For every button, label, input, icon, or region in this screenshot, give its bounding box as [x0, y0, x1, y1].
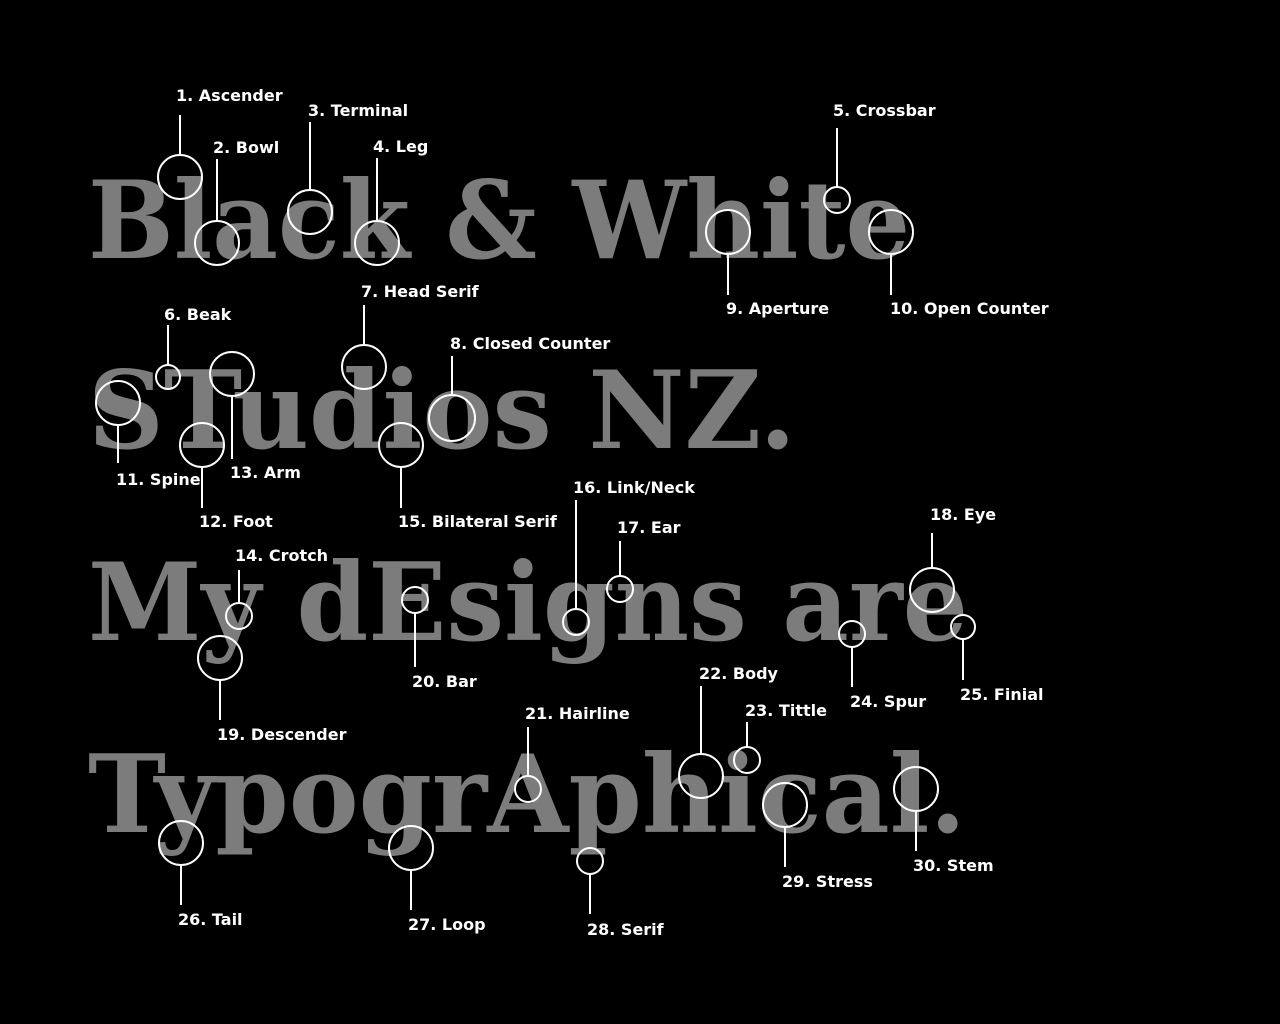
- callout-label: 21. Hairline: [525, 704, 630, 723]
- callout-label: 14. Crotch: [235, 546, 328, 565]
- specimen-line-2: STudios NZ.: [88, 348, 796, 474]
- callout-label: 12. Foot: [199, 512, 273, 531]
- callout-label: 27. Loop: [408, 915, 486, 934]
- callout-label: 9. Aperture: [726, 299, 829, 318]
- callout-label: 15. Bilateral Serif: [398, 512, 558, 531]
- callout-label: 7. Head Serif: [361, 282, 480, 301]
- callout-label: 29. Stress: [782, 872, 873, 891]
- callout-label: 2. Bowl: [213, 138, 279, 157]
- specimen-line-3: My dEsigns are: [88, 540, 968, 666]
- callout-label: 10. Open Counter: [890, 299, 1049, 318]
- callout-label: 13. Arm: [230, 463, 301, 482]
- callout-label: 26. Tail: [178, 910, 243, 929]
- typography-anatomy-diagram: Black & White STudios NZ. My dEsigns are…: [88, 86, 1049, 939]
- callout-label: 1. Ascender: [176, 86, 283, 105]
- callout-label: 16. Link/Neck: [573, 478, 695, 497]
- callout-label: 19. Descender: [217, 725, 347, 744]
- callout-label: 18. Eye: [930, 505, 996, 524]
- callout-label: 20. Bar: [412, 672, 477, 691]
- callout-label: 24. Spur: [850, 692, 926, 711]
- callout-label: 30. Stem: [913, 856, 994, 875]
- callout-label: 23. Tittle: [745, 701, 827, 720]
- callout-label: 8. Closed Counter: [450, 334, 610, 353]
- callout-label: 4. Leg: [373, 137, 428, 156]
- callout-label: 11. Spine: [116, 470, 201, 489]
- callout-label: 17. Ear: [617, 518, 681, 537]
- callout-label: 28. Serif: [587, 920, 665, 939]
- callout-label: 6. Beak: [164, 305, 232, 324]
- callout-label: 5. Crossbar: [833, 101, 936, 120]
- callout: 28. Serif: [576, 847, 665, 939]
- callout-label: 22. Body: [699, 664, 779, 683]
- callout-label: 3. Terminal: [308, 101, 408, 120]
- callout-label: 25. Finial: [960, 685, 1043, 704]
